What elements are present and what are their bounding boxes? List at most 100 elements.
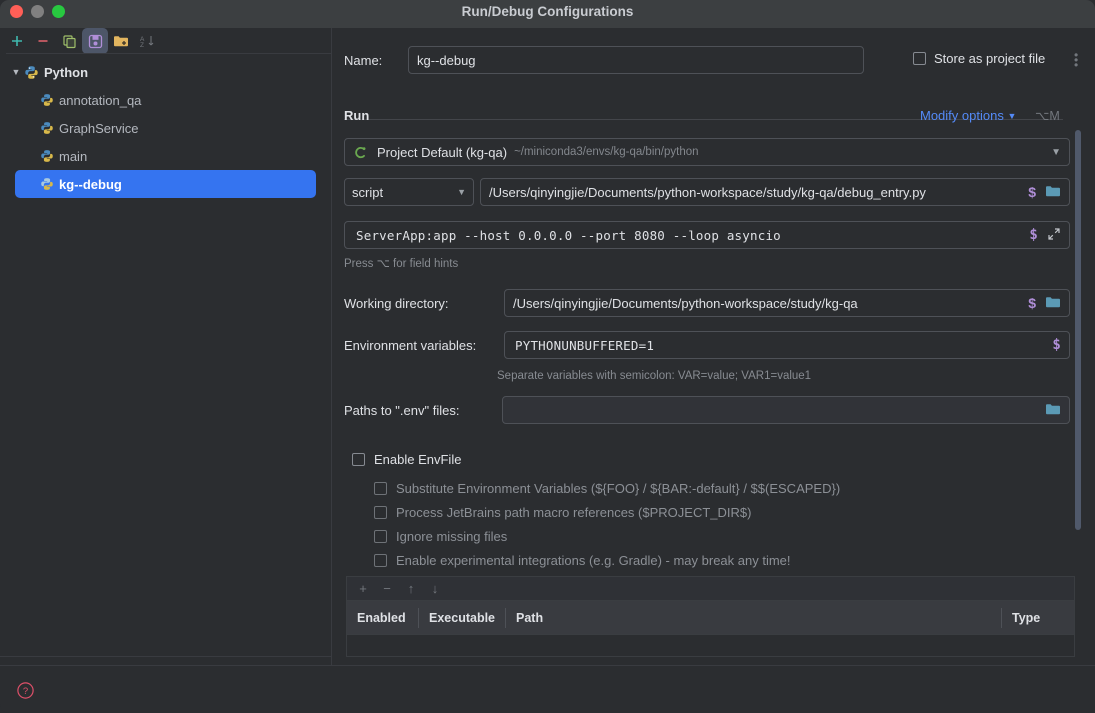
sidebar-item-kg-debug[interactable]: kg--debug [15, 170, 316, 198]
script-path-value: /Users/qinyingjie/Documents/python-works… [489, 184, 926, 200]
envfile-option-label: Substitute Environment Variables (${FOO}… [396, 481, 841, 496]
sidebar-bottom-divider [0, 656, 331, 657]
store-as-project-file-label: Store as project file [934, 51, 1046, 66]
sidebar-item-label: annotation_qa [59, 92, 142, 108]
chevron-down-icon: ▼ [1007, 111, 1017, 121]
conda-icon [353, 145, 368, 160]
form-vertical-scrollbar[interactable] [1075, 130, 1081, 530]
run-section-label: Run [344, 108, 370, 123]
python-icon [24, 65, 39, 80]
interpreter-path: ~/miniconda3/envs/kg-qa/bin/python [514, 146, 699, 158]
envfile-option-ignore-missing[interactable]: Ignore missing files [374, 529, 507, 544]
sidebar-item-label: kg--debug [59, 176, 122, 192]
field-hints-text: Press ⌥ for field hints [344, 258, 459, 270]
interpreter-name: Project Default (kg-qa) [377, 144, 508, 160]
expand-editor-icon[interactable] [1047, 227, 1061, 244]
python-icon [40, 121, 54, 135]
sidebar-item-graphservice[interactable]: GraphService [0, 114, 331, 142]
sidebar-item-main[interactable]: main [0, 142, 331, 170]
envfile-option-path-macros[interactable]: Process JetBrains path macro references … [374, 505, 751, 520]
envfile-option-experimental[interactable]: Enable experimental integrations (e.g. G… [374, 553, 791, 568]
sidebar-group-label: Python [44, 64, 89, 80]
browse-folder-icon[interactable] [1045, 184, 1061, 201]
env-paths-label: Paths to ".env" files: [344, 403, 460, 418]
column-header-enabled[interactable]: Enabled [347, 607, 419, 628]
python-interpreter-select[interactable]: Project Default (kg-qa) ~/miniconda3/env… [344, 138, 1070, 166]
ignore-missing-files-checkbox[interactable] [374, 530, 387, 543]
target-type-value: script [352, 184, 384, 200]
chevron-down-icon: ▼ [457, 187, 466, 197]
sidebar-toolbar: A Z [0, 28, 331, 54]
working-directory-label: Working directory: [344, 296, 449, 311]
save-configuration-button[interactable] [82, 28, 108, 54]
store-as-project-file-row[interactable]: Store as project file [913, 51, 1045, 66]
experimental-integrations-checkbox[interactable] [374, 554, 387, 567]
sort-configurations-button[interactable]: A Z [134, 28, 160, 54]
envfile-table-toolbar: + − ↑ ↓ [346, 576, 1075, 600]
macro-dollar-icon[interactable]: $ [1028, 184, 1036, 200]
toolbar-divider [6, 53, 331, 54]
dialog-footer: ? DEBUG ▼ CANCEL APPLY OK [0, 665, 1095, 713]
remove-configuration-button[interactable] [30, 28, 56, 54]
store-as-project-file-checkbox[interactable] [913, 52, 926, 65]
working-directory-input[interactable]: /Users/qinyingjie/Documents/python-works… [504, 289, 1070, 317]
envfile-option-substitute[interactable]: Substitute Environment Variables (${FOO}… [374, 481, 840, 496]
python-icon [40, 177, 54, 191]
add-configuration-button[interactable] [4, 28, 30, 54]
script-path-input[interactable]: /Users/qinyingjie/Documents/python-works… [480, 178, 1070, 206]
chevron-down-icon[interactable]: ▼ [8, 67, 24, 77]
name-input-value: kg--debug [417, 52, 476, 68]
sidebar-item-annotation-qa[interactable]: annotation_qa [0, 86, 331, 114]
svg-text:?: ? [23, 686, 28, 697]
browse-folder-icon[interactable] [1045, 402, 1061, 419]
table-remove-button[interactable]: − [376, 578, 398, 600]
table-move-up-button[interactable]: ↑ [400, 578, 422, 600]
macro-dollar-icon[interactable]: $ [1052, 337, 1061, 353]
macro-dollar-icon[interactable]: $ [1028, 295, 1036, 311]
modify-options-link[interactable]: Modify options ▼ [920, 108, 1016, 123]
enable-envfile-row[interactable]: Enable EnvFile [352, 452, 461, 467]
copy-configuration-button[interactable] [56, 28, 82, 54]
sidebar-item-label: GraphService [59, 120, 139, 136]
column-header-executable[interactable]: Executable [419, 607, 506, 628]
sidebar-item-label: main [59, 148, 88, 164]
enable-envfile-label: Enable EnvFile [374, 452, 462, 467]
python-icon [40, 93, 54, 107]
process-path-macros-checkbox[interactable] [374, 506, 387, 519]
environment-variables-value: PYTHONUNBUFFERED=1 [515, 337, 655, 353]
page-title: Run/Debug Configurations [461, 4, 634, 19]
python-icon [40, 149, 54, 163]
browse-folder-icon[interactable] [1045, 295, 1061, 312]
window-titlebar: Run/Debug Configurations [0, 0, 1095, 28]
name-label: Name: [344, 53, 383, 68]
table-add-button[interactable]: + [352, 578, 374, 600]
modify-options-label: Modify options [920, 108, 1004, 123]
environment-variables-label: Environment variables: [344, 338, 477, 353]
environment-variables-input[interactable]: PYTHONUNBUFFERED=1 $ [504, 331, 1070, 359]
environment-variables-hint: Separate variables with semicolon: VAR=v… [497, 370, 812, 382]
new-folder-button[interactable] [108, 28, 134, 54]
working-directory-value: /Users/qinyingjie/Documents/python-works… [513, 295, 858, 311]
name-input[interactable]: kg--debug [408, 46, 864, 74]
configuration-form: Name: kg--debug Store as project file • •… [332, 28, 1095, 665]
envfile-option-label: Ignore missing files [396, 529, 508, 544]
target-type-select[interactable]: script ▼ [344, 178, 474, 206]
macro-dollar-icon[interactable]: $ [1029, 227, 1038, 243]
envfile-option-label: Enable experimental integrations (e.g. G… [396, 553, 791, 568]
script-parameters-input[interactable]: ServerApp:app --host 0.0.0.0 --port 8080… [344, 221, 1070, 249]
column-header-type[interactable]: Type [1002, 608, 1074, 628]
help-circle-icon[interactable]: ? [17, 682, 34, 699]
chevron-down-icon[interactable]: ▼ [1051, 147, 1061, 158]
envfile-table-header: Enabled Executable Path Type [346, 600, 1075, 635]
enable-envfile-checkbox[interactable] [352, 453, 365, 466]
envfile-table-body [346, 635, 1075, 657]
table-move-down-button[interactable]: ↓ [424, 578, 446, 600]
column-header-path[interactable]: Path [506, 607, 1002, 628]
configurations-sidebar: A Z ▼ Python annotation_qa GraphService … [0, 28, 331, 680]
sidebar-group-python[interactable]: ▼ Python [0, 58, 331, 86]
env-paths-input[interactable] [502, 396, 1070, 424]
substitute-env-vars-checkbox[interactable] [374, 482, 387, 495]
svg-text:Z: Z [140, 42, 144, 48]
vertical-dots-icon[interactable]: • • • [1074, 49, 1078, 71]
envfile-option-label: Process JetBrains path macro references … [396, 505, 752, 520]
